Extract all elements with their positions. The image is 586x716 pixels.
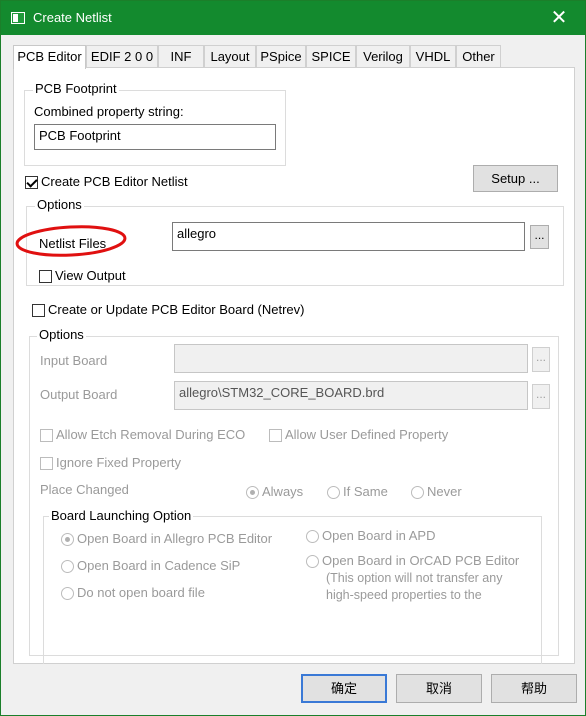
ignore-fixed-checkbox[interactable] <box>40 457 53 470</box>
input-board-label: Input Board <box>40 353 108 368</box>
window-app-icon <box>11 12 25 24</box>
allow-etch-checkbox[interactable] <box>40 429 53 442</box>
output-board-input[interactable]: allegro\STM32_CORE_BOARD.brd <box>174 381 528 410</box>
tab-layout[interactable]: Layout <box>204 45 256 67</box>
tab-inf[interactable]: INF <box>158 45 204 67</box>
launch-none-label: Do not open board file <box>77 585 205 600</box>
input-board-browse-button[interactable]: ... <box>532 347 550 372</box>
allow-user-defined-label: Allow User Defined Property <box>285 427 449 442</box>
launch-none-radio[interactable] <box>61 587 74 600</box>
tab-other[interactable]: Other <box>456 45 501 67</box>
create-board-label: Create or Update PCB Editor Board (Netre… <box>48 302 305 317</box>
ok-button[interactable]: 确定 <box>301 674 387 703</box>
tab-edif[interactable]: EDIF 2 0 0 <box>86 45 158 67</box>
dialog-button-bar: 确定 取消 帮助 <box>1 665 585 715</box>
output-board-label: Output Board <box>40 387 118 402</box>
launch-orcad-label: Open Board in OrCAD PCB Editor <box>322 553 520 568</box>
create-netlist-checkbox[interactable] <box>25 176 38 189</box>
output-board-browse-button[interactable]: ... <box>532 384 550 409</box>
board-launching-title: Board Launching Option <box>49 508 194 523</box>
combined-property-input[interactable]: PCB Footprint <box>34 124 276 150</box>
netlist-options-title: Options <box>35 197 84 212</box>
netlist-files-browse-button[interactable]: ... <box>530 225 549 249</box>
tab-pcb-editor[interactable]: PCB Editor <box>13 45 86 69</box>
launch-apd-radio[interactable] <box>306 530 319 543</box>
create-netlist-label: Create PCB Editor Netlist <box>41 174 188 189</box>
place-changed-always-radio[interactable] <box>246 486 259 499</box>
ignore-fixed-label: Ignore Fixed Property <box>56 455 182 470</box>
create-board-checkbox[interactable] <box>32 304 45 317</box>
view-output-label: View Output <box>55 268 126 283</box>
place-changed-if-same-radio[interactable] <box>327 486 340 499</box>
view-output-checkbox[interactable] <box>39 270 52 283</box>
place-changed-never-label: Never <box>427 484 462 499</box>
setup-button[interactable]: Setup ... <box>473 165 558 192</box>
tab-panel-pcb-editor: PCB Footprint Combined property string: … <box>13 67 575 664</box>
red-annotation-circle <box>15 225 127 257</box>
launch-apd-label: Open Board in APD <box>322 528 436 543</box>
help-button[interactable]: 帮助 <box>491 674 577 703</box>
launch-sip-label: Open Board in Cadence SiP <box>77 558 241 573</box>
combined-property-label: Combined property string: <box>34 104 184 119</box>
netlist-files-input[interactable]: allegro <box>172 222 525 251</box>
tab-vhdl[interactable]: VHDL <box>410 45 456 67</box>
cancel-button[interactable]: 取消 <box>396 674 482 703</box>
title-bar[interactable]: Create Netlist ✕ <box>1 1 585 35</box>
tab-spice[interactable]: SPICE <box>306 45 356 67</box>
allow-etch-label: Allow Etch Removal During ECO <box>56 427 246 442</box>
place-changed-if-same-label: If Same <box>343 484 388 499</box>
launch-sip-radio[interactable] <box>61 560 74 573</box>
tab-pspice[interactable]: PSpice <box>256 45 306 67</box>
close-icon[interactable]: ✕ <box>547 6 571 30</box>
launch-orcad-note-2: high-speed properties to the <box>326 588 482 602</box>
input-board-input[interactable] <box>174 344 528 373</box>
create-netlist-dialog: Create Netlist ✕ PCB Editor EDIF 2 0 0 I… <box>0 0 586 716</box>
place-changed-never-radio[interactable] <box>411 486 424 499</box>
allow-user-defined-checkbox[interactable] <box>269 429 282 442</box>
place-changed-label: Place Changed <box>40 482 129 497</box>
window-title: Create Netlist <box>33 10 112 25</box>
board-options-title: Options <box>37 327 86 342</box>
launch-orcad-radio[interactable] <box>306 555 319 568</box>
pcb-footprint-group-title: PCB Footprint <box>33 81 119 96</box>
place-changed-always-label: Always <box>262 484 304 499</box>
launch-allegro-label: Open Board in Allegro PCB Editor <box>77 531 273 546</box>
launch-allegro-radio[interactable] <box>61 533 74 546</box>
tab-verilog[interactable]: Verilog <box>356 45 410 67</box>
launch-orcad-note-1: (This option will not transfer any <box>326 571 503 585</box>
